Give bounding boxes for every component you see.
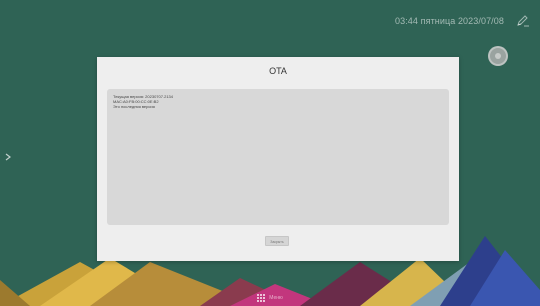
- status-bar: 03:44 пятница 2023/07/08: [395, 14, 530, 28]
- floating-assistant-button[interactable]: [488, 46, 508, 66]
- chevron-right-icon[interactable]: [4, 153, 12, 161]
- ota-dialog: OTA Текущая версия: 20230707.2134 MAC:A0…: [97, 57, 459, 261]
- pencil-icon[interactable]: [516, 15, 530, 27]
- dialog-title: OTA: [269, 66, 287, 76]
- menu-label[interactable]: Меню: [269, 295, 283, 301]
- bottom-dock: Меню: [0, 290, 540, 306]
- latest-version-text: Это последняя версия: [113, 104, 155, 109]
- close-button[interactable]: Закрыть: [265, 236, 289, 246]
- clock-date-text: 03:44 пятница 2023/07/08: [395, 16, 504, 26]
- grid-icon[interactable]: [257, 294, 266, 302]
- version-info-panel: Текущая версия: 20230707.2134 MAC:A0:FB:…: [107, 89, 449, 225]
